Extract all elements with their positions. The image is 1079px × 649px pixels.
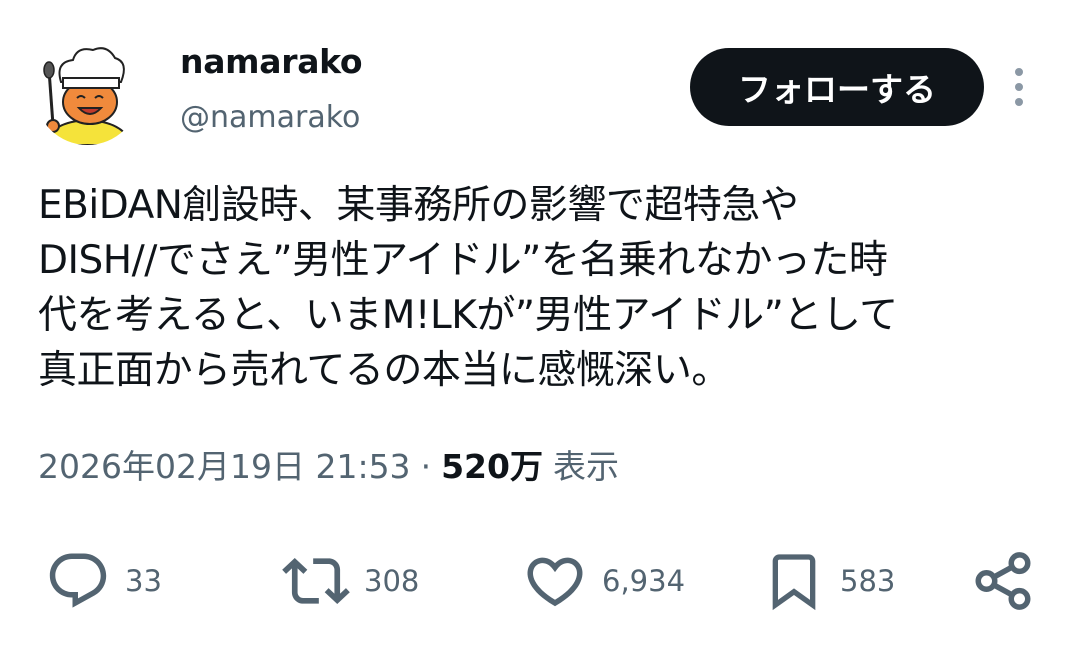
- tweet-line: 真正面から売れてるの本当に感慨深い。: [38, 348, 730, 393]
- reply-count: 33: [125, 564, 162, 598]
- user-handle[interactable]: @namarako: [180, 100, 360, 135]
- views-label: 表示: [552, 447, 619, 486]
- reply-icon: [49, 553, 107, 608]
- tweet-line: DISH//でさえ”男性アイドル”を名乗れなかった時: [38, 238, 888, 283]
- reply-button[interactable]: 33: [45, 545, 162, 617]
- share-button[interactable]: [970, 545, 1036, 617]
- chef-avatar-icon: [35, 40, 140, 145]
- like-icon: [527, 557, 583, 607]
- repost-button[interactable]: 308: [282, 545, 419, 617]
- repost-count: 308: [364, 564, 420, 598]
- meta-separator: ·: [420, 447, 432, 486]
- tweet-line: EBiDAN創設時、某事務所の影響で超特急や: [38, 183, 799, 228]
- bookmark-button[interactable]: 583: [762, 545, 895, 617]
- timestamp[interactable]: 2026年02月19日 21:53: [38, 440, 411, 488]
- like-button[interactable]: 6,934: [522, 545, 685, 617]
- repost-icon: [282, 557, 350, 605]
- action-bar: 33 308 6,934 583: [0, 545, 1079, 617]
- follow-button[interactable]: フォローする: [690, 48, 984, 126]
- share-icon: [975, 552, 1031, 610]
- tweet-meta: 2026年02月19日 21:53 · 520万 表示: [38, 440, 619, 488]
- bookmark-icon: [772, 554, 816, 611]
- tweet-line: 代を考えると、いまM!LKが”男性アイドル”として: [38, 293, 898, 338]
- avatar[interactable]: [35, 40, 140, 145]
- display-name[interactable]: namarako: [180, 42, 363, 81]
- more-vertical-icon[interactable]: [1003, 62, 1035, 112]
- like-count: 6,934: [602, 564, 686, 598]
- views-count: 520万: [441, 447, 543, 486]
- tweet-text: EBiDAN創設時、某事務所の影響で超特急や DISH//でさえ”男性アイドル”…: [38, 178, 1048, 398]
- bookmark-count: 583: [840, 564, 896, 598]
